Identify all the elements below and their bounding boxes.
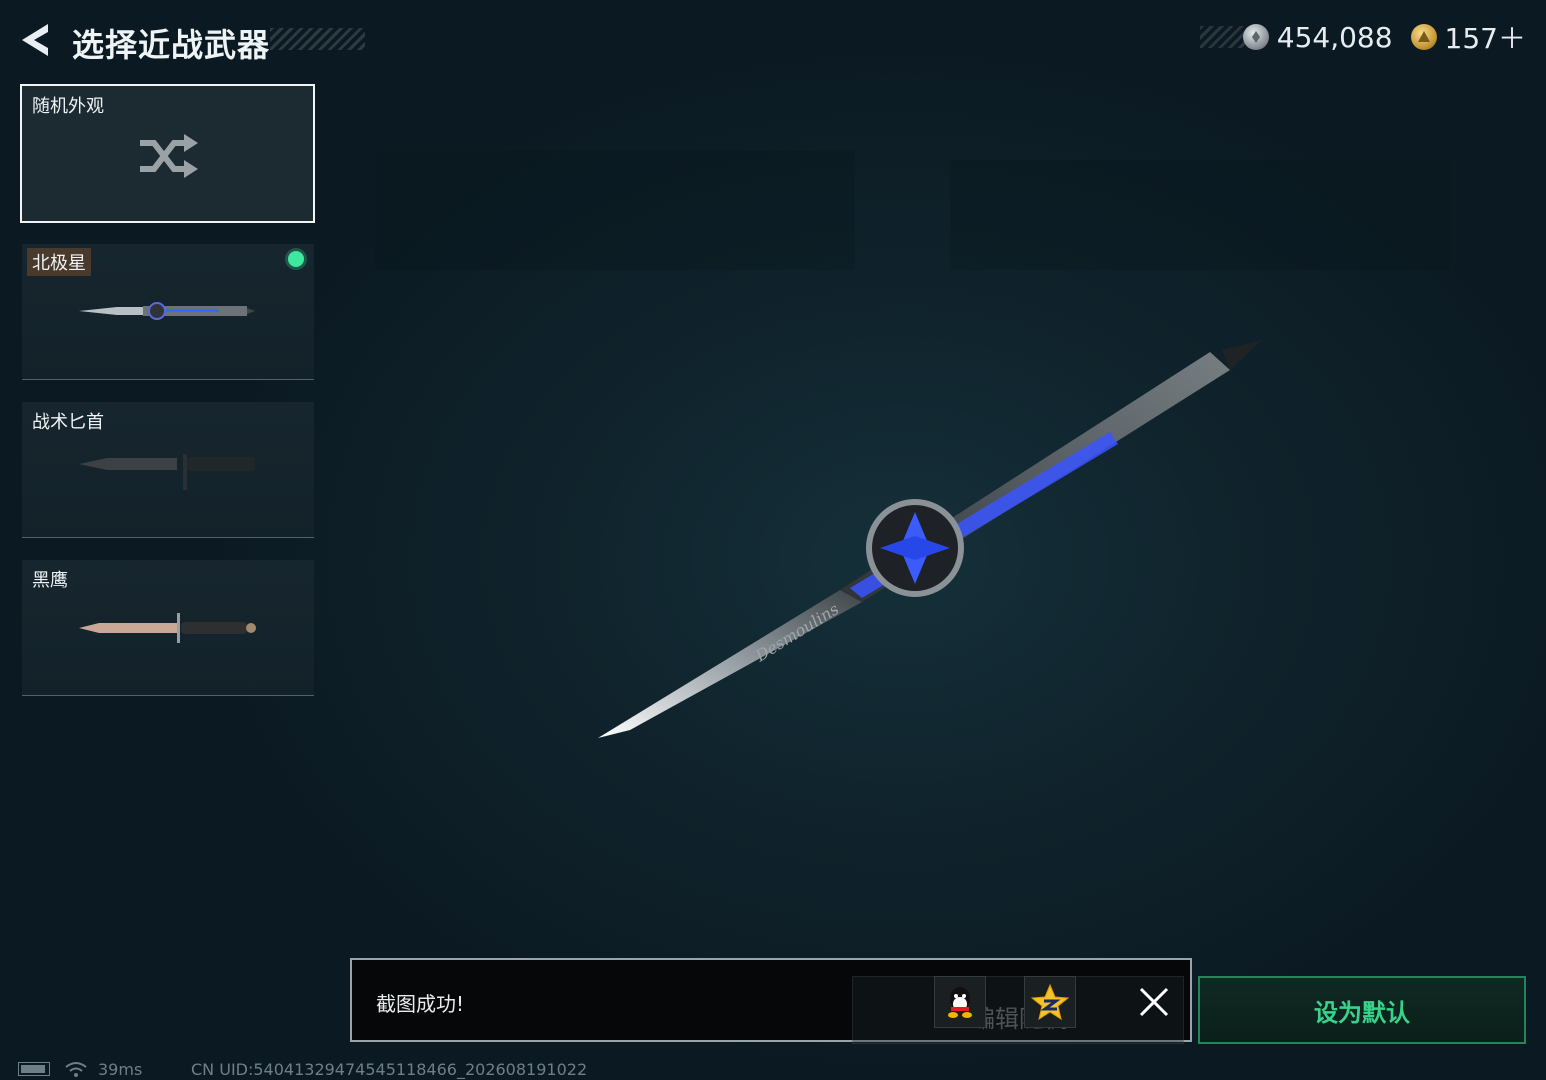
shuffle-icon	[140, 134, 198, 178]
toast-message: 截图成功!	[376, 992, 465, 1016]
toast-close-button[interactable]	[1138, 986, 1170, 1018]
random-appearance-label: 随机外观	[32, 96, 104, 117]
background-panel	[950, 160, 1450, 270]
title-decoration	[270, 28, 365, 50]
card-divider	[22, 695, 314, 696]
status-bar: 39ms CN UID:5404132947454511846­6_202608…	[18, 1058, 718, 1080]
polaris-knife-thumbnail	[79, 302, 255, 320]
engraving-text: Desmoulins	[751, 599, 842, 666]
silver-currency-value: 454,088	[1276, 20, 1393, 54]
weapon-name-label: 黑鹰	[32, 570, 68, 591]
close-icon	[1139, 987, 1169, 1017]
card-divider	[22, 379, 314, 380]
page-title: 选择近战武器	[72, 26, 271, 64]
tactical-dagger-thumbnail	[79, 454, 255, 490]
weapon-card-polaris[interactable]: 北极星	[22, 244, 314, 380]
card-divider	[22, 537, 314, 538]
silver-coin-icon	[1242, 24, 1269, 50]
gold-coin-icon	[1410, 24, 1437, 50]
melee-weapon-select-screen: 选择近战武器 454,088 157＋ 随机外观 北极星 战术匕首 黑鹰 Des…	[0, 0, 1546, 1080]
back-button[interactable]	[18, 20, 54, 60]
equipped-indicator	[288, 251, 304, 267]
wifi-icon	[65, 1062, 87, 1077]
toast-edit-panel: 编辑随机	[852, 976, 1184, 1044]
set-default-button[interactable]: 设为默认	[1198, 976, 1526, 1044]
gold-currency-value[interactable]: 157＋	[1445, 17, 1526, 57]
qq-icon	[948, 987, 972, 1018]
ping-text: 39ms	[98, 1060, 143, 1079]
weapon-card-black-hawk[interactable]: 黑鹰	[22, 560, 314, 696]
black-hawk-knife-thumbnail	[79, 613, 256, 643]
battery-icon	[18, 1062, 50, 1076]
background-panel	[375, 150, 855, 270]
currency-bar: 454,088 157＋	[1200, 20, 1536, 55]
screenshot-toast: 截图成功! 编辑随机	[350, 958, 1192, 1044]
weapon-preview-model: Desmoulins	[598, 340, 1262, 738]
uid-text: CN UID:5404132947454511846­6_20260819102…	[191, 1060, 588, 1079]
qzone-star-icon	[1030, 983, 1070, 1021]
back-arrow-icon	[22, 24, 48, 56]
weapon-name-label: 北极星	[27, 248, 91, 276]
random-appearance-card[interactable]: 随机外观	[20, 84, 315, 223]
weapon-name-label: 战术匕首	[32, 412, 104, 433]
weapon-card-tactical-dagger[interactable]: 战术匕首	[22, 402, 314, 538]
share-qzone-button[interactable]	[1024, 976, 1076, 1028]
share-qq-button[interactable]	[934, 976, 986, 1028]
set-default-label: 设为默认	[1314, 998, 1410, 1027]
